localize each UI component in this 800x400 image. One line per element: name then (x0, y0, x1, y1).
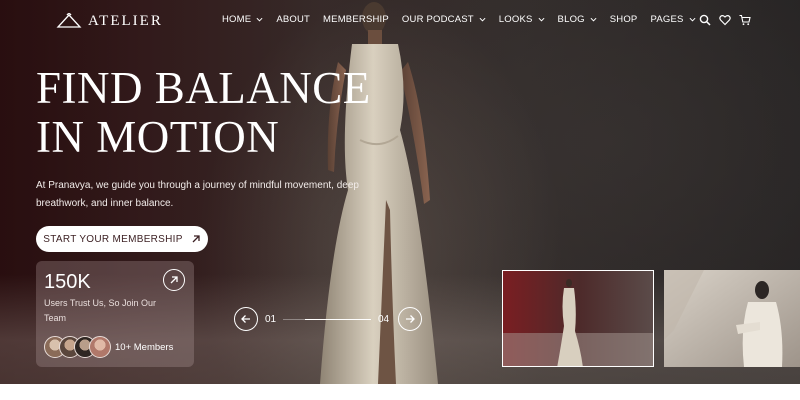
nav-label: HOME (222, 14, 252, 25)
arrow-up-right-icon (192, 235, 200, 243)
nav-label: ABOUT (276, 14, 311, 25)
hero-section: ATELIER HOME ABOUT MEMBERSHIP OUR PODCAS… (0, 0, 800, 384)
thumbnail-image (503, 271, 653, 366)
nav-item-looks[interactable]: LOOKS (499, 14, 545, 25)
slide-progress-track (283, 319, 371, 320)
members-count: 10+ Members (115, 342, 174, 353)
member-avatars (44, 336, 111, 358)
nav-label: SHOP (609, 14, 638, 25)
chevron-down-icon (538, 17, 545, 22)
hero-title-line-1: FIND BALANCE (36, 63, 371, 113)
chevron-down-icon (590, 17, 597, 22)
nav-item-pages[interactable]: PAGES (650, 14, 696, 25)
page-bottom-strip (0, 384, 800, 400)
nav-item-about[interactable]: ABOUT (276, 14, 310, 25)
brand-name: ATELIER (88, 12, 163, 29)
stats-value: 150K (44, 271, 91, 293)
slide-thumbnail-active[interactable] (502, 270, 654, 367)
nav-item-shop[interactable]: SHOP (610, 14, 638, 25)
nav-item-our-podcast[interactable]: OUR PODCAST (402, 14, 486, 25)
nav-label: MEMBERSHIP (323, 14, 389, 25)
heart-icon[interactable] (719, 14, 731, 26)
nav-label: LOOKS (498, 14, 533, 25)
arrow-left-icon (241, 315, 250, 323)
prev-slide-button[interactable] (234, 307, 258, 331)
header-icons (699, 14, 751, 26)
chevron-down-icon (256, 17, 263, 22)
start-membership-button[interactable]: START YOUR MEMBERSHIP (36, 226, 208, 252)
stats-card: 150K Users Trust Us, So Join Our Team 10… (36, 261, 194, 367)
total-slide-number: 04 (378, 314, 390, 325)
arrow-right-icon (406, 315, 415, 323)
chevron-down-icon (479, 17, 486, 22)
nav-item-membership[interactable]: MEMBERSHIP (323, 14, 389, 25)
hero-description: At Pranavya, we guide you through a jour… (36, 180, 359, 209)
nav-item-home[interactable]: HOME (222, 14, 263, 25)
slider-controls: 01 04 (234, 307, 424, 331)
slide-thumbnail[interactable] (664, 270, 800, 367)
avatar (89, 336, 111, 358)
nav-item-blog[interactable]: BLOG (558, 14, 597, 25)
stats-link-button[interactable] (163, 269, 185, 291)
next-slide-button[interactable] (398, 307, 422, 331)
search-icon[interactable] (699, 14, 711, 26)
slide-progress-fill (305, 319, 371, 320)
main-nav: HOME ABOUT MEMBERSHIP OUR PODCAST LOOKS … (222, 14, 709, 25)
hanger-icon (56, 12, 82, 28)
nav-label: OUR PODCAST (401, 14, 474, 25)
hero-title: FIND BALANCE IN MOTION (36, 64, 371, 162)
thumbnail-image (664, 270, 800, 367)
site-header: ATELIER HOME ABOUT MEMBERSHIP OUR PODCAS… (0, 0, 800, 44)
arrow-up-right-icon (170, 276, 178, 284)
chevron-down-icon (689, 17, 696, 22)
nav-label: BLOG (557, 14, 585, 25)
cart-icon[interactable] (739, 14, 751, 26)
hero-title-line-2: IN MOTION (36, 112, 280, 162)
nav-label: PAGES (650, 14, 684, 25)
current-slide-number: 01 (265, 314, 277, 325)
cta-label: START YOUR MEMBERSHIP (43, 233, 183, 245)
stats-description: Users Trust Us, So Join Our Team (44, 298, 157, 323)
logo[interactable]: ATELIER (56, 12, 163, 30)
